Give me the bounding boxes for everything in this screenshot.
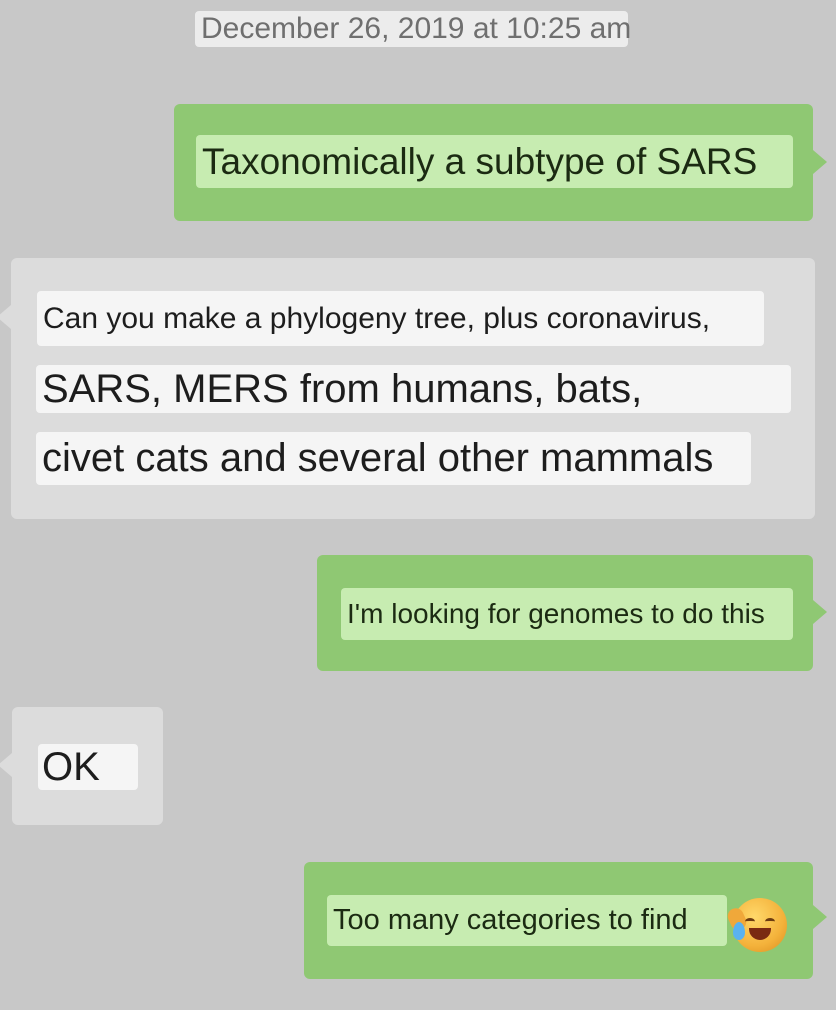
message-timestamp: December 26, 2019 at 10:25 am — [195, 11, 631, 47]
message-text-line: Too many categories to find — [327, 895, 727, 946]
message-text-line: Taxonomically a subtype of SARS — [196, 135, 793, 188]
bubble-tail — [813, 905, 827, 929]
message-text-line: civet cats and several other mammals — [36, 432, 751, 485]
message-text-line: SARS, MERS from humans, bats, — [36, 365, 791, 413]
message-text-line: OK — [38, 744, 138, 790]
bubble-tail — [813, 600, 827, 624]
face-with-tears-of-joy-icon — [725, 898, 787, 952]
bubble-tail — [0, 305, 11, 329]
bubble-tail — [0, 753, 12, 777]
message-text-line: Can you make a phylogeny tree, plus coro… — [37, 291, 764, 346]
message-text-line: I'm looking for genomes to do this — [341, 588, 793, 640]
bubble-tail — [813, 150, 827, 174]
chat-conversation: December 26, 2019 at 10:25 am Taxonomica… — [0, 0, 836, 1010]
